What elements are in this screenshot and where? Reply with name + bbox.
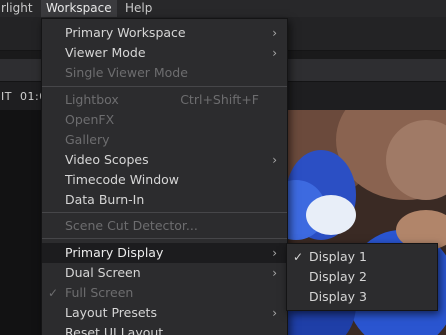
menu-item-openfx: OpenFX: [42, 110, 287, 130]
menu-item-label: Gallery: [65, 132, 110, 147]
menu-item-single-viewer-mode: Single Viewer Mode: [42, 63, 287, 83]
menu-item-video-scopes[interactable]: Video Scopes ›: [42, 150, 287, 170]
chevron-right-icon: ›: [272, 246, 277, 260]
menu-item-label: Dual Screen: [65, 265, 141, 280]
menu-item-label: Video Scopes: [65, 152, 149, 167]
menu-item-label: OpenFX: [65, 112, 115, 127]
menu-item-label: Single Viewer Mode: [65, 65, 188, 80]
menu-item-label: Reset UI Layout: [65, 325, 164, 335]
submenu-item-label: Display 2: [309, 269, 368, 284]
submenu-item-display-1[interactable]: ✓ Display 1: [287, 247, 437, 267]
chevron-right-icon: ›: [272, 46, 277, 60]
app-window: rlight Workspace Help IT 01:0 Primary Wo…: [0, 0, 446, 335]
menu-item-full-screen: ✓ Full Screen: [42, 283, 287, 303]
menu-item-primary-workspace[interactable]: Primary Workspace ›: [42, 23, 287, 43]
menu-separator: [42, 212, 287, 213]
checkmark-icon: ✓: [293, 250, 304, 264]
menu-item-label: Layout Presets: [65, 305, 157, 320]
menu-item-reset-ui-layout[interactable]: Reset UI Layout: [42, 323, 287, 335]
menu-item-timecode-window[interactable]: Timecode Window: [42, 170, 287, 190]
submenu-item-label: Display 1: [309, 249, 368, 264]
menu-item-label: Lightbox: [65, 92, 119, 107]
checkmark-icon: ✓: [48, 286, 59, 300]
menu-item-label: Primary Display: [65, 245, 164, 260]
menu-item-label: Scene Cut Detector...: [65, 218, 198, 233]
menu-item-label: Data Burn-In: [65, 192, 145, 207]
chevron-right-icon: ›: [272, 153, 277, 167]
submenu-item-display-3[interactable]: Display 3: [287, 287, 437, 307]
menu-bar: rlight Workspace Help: [0, 0, 446, 17]
menu-item-label: Primary Workspace: [65, 25, 186, 40]
menu-item-scene-cut-detector: Scene Cut Detector...: [42, 216, 287, 236]
menu-item-lightbox: Lightbox Ctrl+Shift+F: [42, 90, 287, 110]
menu-item-layout-presets[interactable]: Layout Presets ›: [42, 303, 287, 323]
chevron-right-icon: ›: [272, 266, 277, 280]
primary-display-submenu: ✓ Display 1 Display 2 Display 3: [286, 243, 438, 311]
submenu-item-label: Display 3: [309, 289, 368, 304]
menu-help[interactable]: Help: [120, 0, 157, 17]
menu-item-label: Full Screen: [65, 285, 134, 300]
menu-item-dual-screen[interactable]: Dual Screen ›: [42, 263, 287, 283]
timecode-label: IT: [1, 90, 12, 103]
menu-item-gallery: Gallery: [42, 130, 287, 150]
menu-item-label: Timecode Window: [65, 172, 179, 187]
menu-item-viewer-mode[interactable]: Viewer Mode ›: [42, 43, 287, 63]
menu-item-shortcut: Ctrl+Shift+F: [180, 92, 259, 107]
menu-separator: [42, 238, 287, 239]
menu-item-label: Viewer Mode: [65, 45, 146, 60]
submenu-item-display-2[interactable]: Display 2: [287, 267, 437, 287]
menu-item-primary-display[interactable]: Primary Display ›: [42, 243, 287, 263]
menu-separator: [42, 86, 287, 87]
chevron-right-icon: ›: [272, 26, 277, 40]
chevron-right-icon: ›: [272, 306, 277, 320]
menu-workspace[interactable]: Workspace: [41, 0, 117, 17]
menu-item-data-burn-in[interactable]: Data Burn-In: [42, 190, 287, 210]
workspace-menu: Primary Workspace › Viewer Mode › Single…: [41, 18, 288, 335]
menu-fairlight[interactable]: rlight: [0, 0, 38, 17]
